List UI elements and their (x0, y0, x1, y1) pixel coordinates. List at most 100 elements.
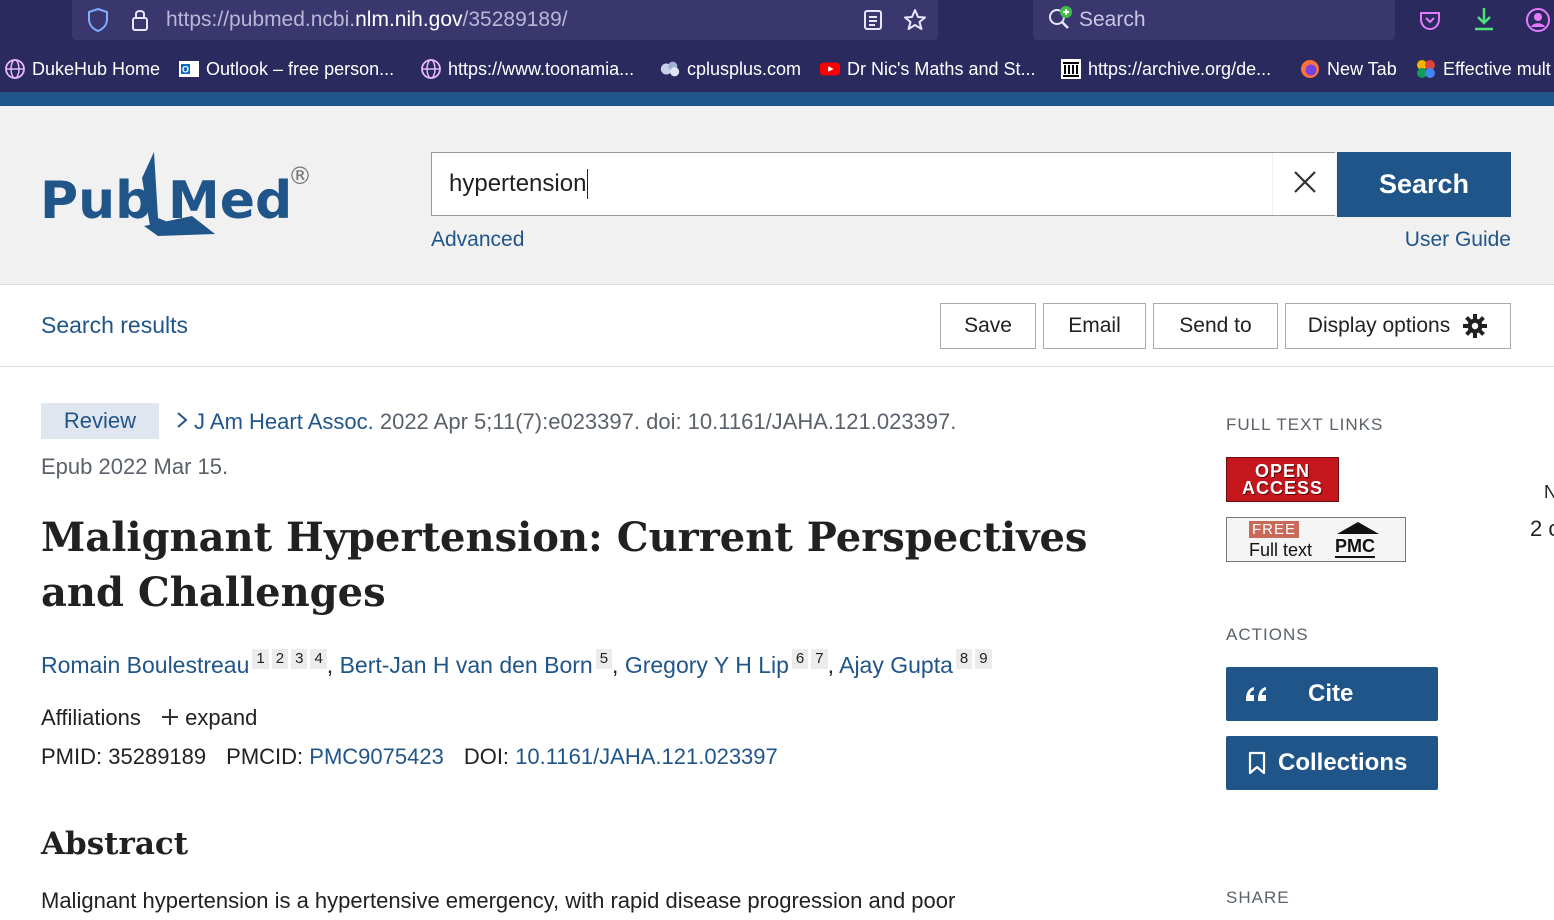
globe-icon (4, 58, 26, 80)
bookmark-label: DukeHub Home (32, 58, 161, 79)
outlook-icon: O (178, 58, 200, 80)
epub-date: Epub 2022 Mar 15. (41, 454, 229, 479)
bookmark-cplusplus[interactable]: cplusplus.com (659, 56, 801, 82)
affiliations-row: Affiliations expand (41, 705, 257, 732)
account-icon[interactable] (1524, 6, 1552, 34)
bookmark-label: New Tab (1327, 58, 1397, 79)
pmcid-label: PMCID: (226, 744, 304, 769)
affiliation-ref[interactable]: 9 (975, 649, 992, 669)
affiliation-ref[interactable]: 7 (811, 649, 828, 669)
pmid-label: PMID: (41, 744, 103, 769)
abstract-text: Malignant hypertension is a hypertensive… (41, 888, 956, 913)
collections-button[interactable]: Collections (1226, 736, 1438, 790)
display-options-button[interactable]: Display options (1285, 303, 1511, 349)
svg-text:O: O (182, 65, 189, 75)
article-identifiers: PMID: 35289189 PMCID: PMC9075423 DOI: 10.1… (41, 744, 778, 770)
url-path: /35289189/ (462, 8, 568, 31)
author-link[interactable]: Ajay Gupta (839, 652, 953, 678)
affiliation-ref[interactable]: 6 (791, 649, 809, 669)
lock-icon[interactable] (128, 6, 152, 34)
bookmark-toonamia[interactable]: https://www.toonamia... (420, 56, 634, 82)
bookmark-dukehub[interactable]: DukeHub Home (4, 56, 160, 82)
bookmark-new-tab[interactable]: New Tab (1299, 56, 1397, 82)
citation-details: 2022 Apr 5;11(7):e023397. doi: 10.1161/J… (373, 409, 957, 434)
bookmark-outlook[interactable]: O Outlook – free person... (178, 56, 394, 82)
bookmark-effective[interactable]: Effective mult (1415, 56, 1551, 82)
text-caret (587, 169, 589, 199)
affiliation-ref[interactable]: 5 (595, 649, 613, 669)
pmc-label: PMC (1335, 536, 1375, 558)
registered-mark: ® (288, 162, 312, 190)
affiliation-ref[interactable]: 8 (955, 649, 973, 669)
browser-search-placeholder: Search (1079, 8, 1146, 31)
url-prefix: https://pubmed.ncbi. (166, 8, 356, 31)
clear-search-button[interactable] (1272, 153, 1336, 215)
archive-icon (1060, 58, 1082, 80)
logo-text-pub: Pub (40, 171, 152, 231)
bookmark-label: https://archive.org/de... (1088, 58, 1272, 79)
send-to-label: Send to (1179, 314, 1252, 337)
search-results-link[interactable]: Search results (41, 312, 188, 339)
expand-affiliations-toggle[interactable]: expand (161, 705, 257, 730)
open-access-line1: OPEN (1254, 460, 1310, 481)
affiliation-ref[interactable]: 3 (291, 649, 308, 669)
open-access-line2: ACCESS (1241, 477, 1323, 498)
doi-label: DOI: (463, 744, 510, 769)
cite-button[interactable]: Cite (1226, 667, 1438, 721)
clipped-edge-text: 2 c (1530, 516, 1554, 541)
pmc-free-label: FREE (1249, 521, 1300, 538)
affiliation-ref[interactable]: 4 (310, 649, 327, 669)
author-link[interactable]: Gregory Y H Lip (625, 652, 789, 678)
search-engine-icon[interactable] (1046, 4, 1074, 32)
cplusplus-icon (659, 58, 681, 80)
ncbi-banner-stripe (0, 92, 1554, 106)
clipped-edge-text: N (1544, 482, 1554, 502)
collections-label: Collections (1278, 749, 1408, 776)
search-button[interactable]: Search (1337, 152, 1511, 217)
author-link[interactable]: Bert-Jan H van den Born (340, 652, 593, 678)
save-button[interactable]: Save (940, 303, 1036, 349)
url-text[interactable]: https://pubmed.ncbi.nlm.nih.gov/35289189… (166, 6, 568, 34)
user-guide-link[interactable]: User Guide (1405, 228, 1511, 252)
pocket-icon[interactable] (1416, 6, 1444, 34)
journal-citation: J Am Heart Assoc. 2022 Apr 5;11(7):e0233… (176, 406, 1076, 438)
search-input-value: hypertension (449, 170, 587, 197)
doi-link[interactable]: 10.1161/JAHA.121.023397 (515, 744, 778, 769)
pmcid-link[interactable]: PMC9075423 (309, 744, 444, 769)
cite-label: Cite (1308, 680, 1354, 707)
quote-icon (1244, 684, 1274, 704)
email-button[interactable]: Email (1043, 303, 1146, 349)
globe-icon (420, 58, 442, 80)
colorful-logo-icon (1415, 58, 1437, 80)
search-input[interactable]: hypertension (431, 152, 1335, 216)
close-icon (1292, 169, 1318, 200)
pmid-value: 35289189 (108, 744, 207, 769)
author-link[interactable]: Romain Boulestreau (41, 652, 249, 678)
advanced-search-link[interactable]: Advanced (431, 228, 524, 252)
bookmark-label: Dr Nic's Maths and St... (847, 58, 1036, 79)
chevron-right-icon (176, 409, 188, 434)
bookmark-dr-nic[interactable]: Dr Nic's Maths and St... (819, 56, 1036, 82)
share-heading: SHARE (1226, 888, 1290, 907)
bookmark-label: Effective mult (1443, 58, 1551, 79)
reader-view-icon[interactable] (860, 6, 886, 34)
bookmark-archive[interactable]: https://archive.org/de... (1060, 56, 1271, 82)
bookmark-star-icon[interactable] (902, 6, 928, 34)
pmc-fulltext-label: Full text (1249, 540, 1313, 560)
pmc-free-full-text-link[interactable]: FREE Full text PMC (1226, 517, 1406, 562)
journal-link[interactable]: J Am Heart Assoc. (194, 409, 374, 434)
shield-icon[interactable] (86, 6, 110, 34)
bookmark-icon (1248, 751, 1278, 775)
article-title: Malignant Hypertension: Current Perspect… (41, 514, 1088, 616)
pubmed-logo[interactable]: Pub Med ® (40, 146, 320, 246)
open-access-link[interactable]: OPEN ACCESS (1226, 457, 1339, 502)
affiliation-ref[interactable]: 2 (271, 649, 289, 669)
display-options-label: Display options (1307, 314, 1451, 337)
youtube-icon (819, 58, 841, 80)
affiliation-ref[interactable]: 1 (252, 649, 269, 669)
send-to-button[interactable]: Send to (1153, 303, 1278, 349)
download-icon[interactable] (1470, 4, 1498, 34)
bookmark-label: Outlook – free person... (206, 58, 395, 79)
url-host: nlm.nih.gov (355, 8, 463, 31)
gear-icon (1462, 313, 1488, 339)
